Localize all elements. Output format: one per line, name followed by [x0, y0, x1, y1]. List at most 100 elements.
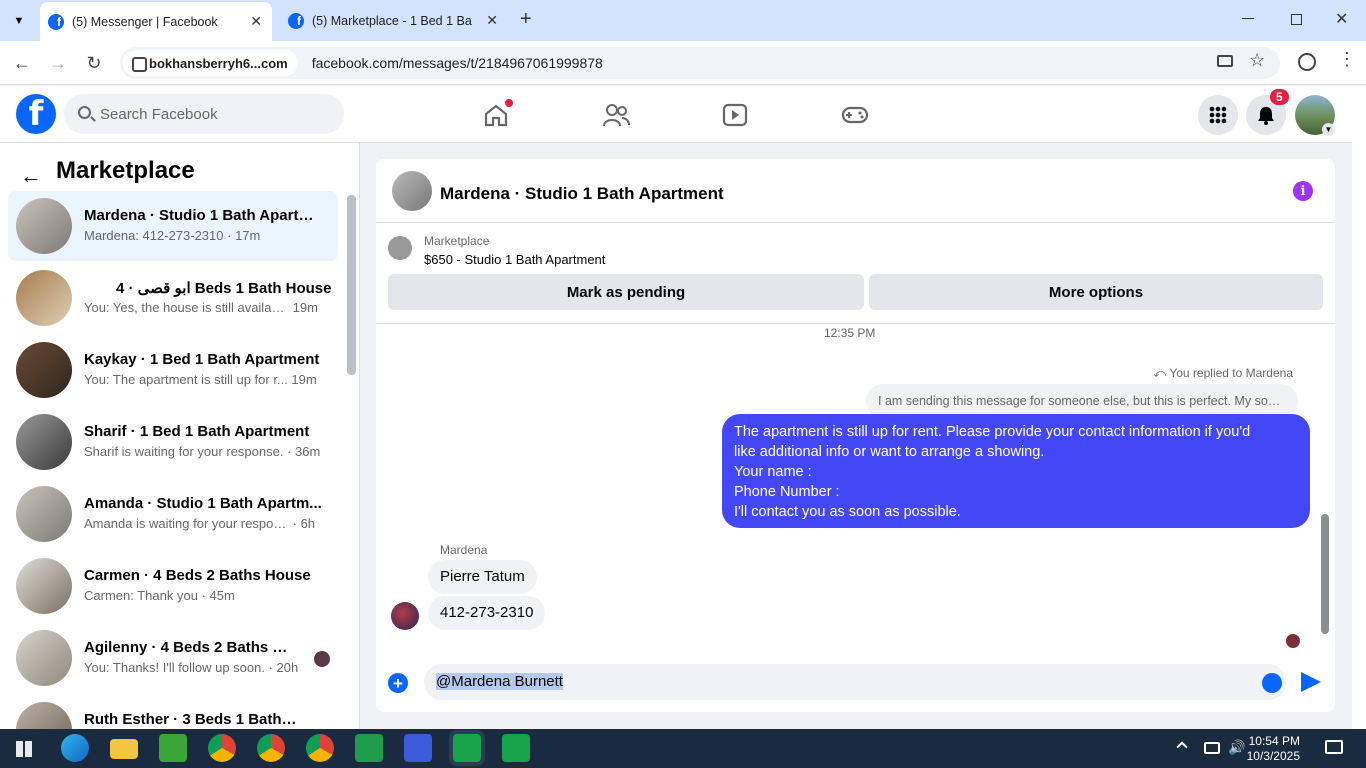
- conversation-preview: Carmen: Thank you · 45m: [84, 588, 235, 603]
- search-input[interactable]: Search Facebook: [64, 94, 344, 134]
- listing-thumbnail: [16, 198, 72, 254]
- sender-name: Mardena: [440, 543, 488, 557]
- volume-icon[interactable]: 🔊: [1228, 739, 1245, 756]
- participant-avatar: [314, 651, 330, 667]
- restore-icon[interactable]: [1291, 14, 1302, 25]
- app-icon[interactable]: [159, 734, 187, 762]
- conversation-item[interactable]: Carmen · 4 Beds 2 Baths House Carmen: Th…: [8, 551, 338, 621]
- conversation-preview: You: Thanks! I'll follow up soon. · 20h: [84, 660, 299, 675]
- account-chevron-icon[interactable]: ▼: [1322, 123, 1335, 136]
- message-input[interactable]: @Mardena Burnett: [424, 664, 1286, 700]
- file-explorer-icon[interactable]: [110, 739, 138, 759]
- chat-title[interactable]: Mardena · Studio 1 Bath Apartment: [440, 184, 724, 204]
- network-icon[interactable]: [1204, 742, 1220, 754]
- app-icon[interactable]: [355, 734, 383, 762]
- tab-messenger[interactable]: f (5) Messenger | Facebook ✕: [40, 2, 272, 41]
- marketplace-sidebar: ← Marketplace Mardena · Studio 1 Bath Ap…: [0, 143, 360, 729]
- friends-icon[interactable]: [601, 100, 631, 130]
- reload-icon[interactable]: ↻: [82, 51, 106, 75]
- facebook-logo[interactable]: f: [16, 94, 56, 134]
- outgoing-message[interactable]: The apartment is still up for rent. Plea…: [722, 414, 1310, 528]
- selected-text: @Mardena Burnett: [436, 673, 563, 690]
- close-tab-icon[interactable]: ✕: [250, 13, 262, 30]
- listing-title[interactable]: $650 - Studio 1 Bath Apartment: [424, 252, 605, 267]
- profile-icon[interactable]: [1298, 53, 1316, 71]
- bookmark-star-icon[interactable]: ☆: [1249, 50, 1265, 71]
- edge-icon[interactable]: [61, 734, 89, 762]
- listing-thumbnail: [16, 414, 72, 470]
- listing-thumbnail: [16, 702, 72, 729]
- quoted-message[interactable]: I am sending this message for someone el…: [866, 384, 1298, 418]
- conversation-item[interactable]: Agilenny · 4 Beds 2 Baths Hou... You: Th…: [8, 623, 338, 693]
- thread-scrollbar[interactable]: [1321, 514, 1329, 634]
- home-notification-dot: [505, 99, 513, 107]
- more-options-button[interactable]: More options: [869, 274, 1323, 310]
- mark-as-pending-button[interactable]: Mark as pending: [388, 274, 864, 310]
- close-window-icon[interactable]: ✕: [1335, 9, 1348, 29]
- search-icon: [78, 106, 91, 119]
- tab-search-button[interactable]: ▼: [8, 10, 30, 32]
- tab-title: (5) Messenger | Facebook: [72, 14, 218, 29]
- action-center-icon[interactable]: [1325, 740, 1343, 754]
- app-icon[interactable]: [453, 734, 481, 762]
- chrome-profile-icon[interactable]: [306, 734, 334, 762]
- chat-panel: Mardena · Studio 1 Bath Apartment i Mark…: [376, 159, 1335, 712]
- chrome-profile-icon[interactable]: [257, 734, 285, 762]
- close-tab-icon[interactable]: ✕: [486, 12, 498, 29]
- emoji-icon[interactable]: [1262, 673, 1282, 693]
- conversation-preview: Mardena: 412-273-2310 · 17m: [84, 228, 261, 243]
- tab-title: (5) Marketplace - 1 Bed 1 Bath Apartment: [312, 13, 472, 28]
- windows-start-icon[interactable]: [16, 741, 32, 757]
- facebook-icon: f: [288, 12, 304, 29]
- menu-grid-icon[interactable]: [1198, 95, 1238, 135]
- chrome-icon[interactable]: [208, 734, 236, 762]
- video-icon[interactable]: [720, 100, 750, 130]
- browser-tab-bar: ▼ f (5) Messenger | Facebook ✕ f (5) Mar…: [0, 0, 1366, 41]
- search-placeholder: Search Facebook: [100, 105, 218, 123]
- incoming-message[interactable]: 412-273-2310: [428, 596, 546, 630]
- listing-thumbnail: [16, 342, 72, 398]
- page-scrollbar[interactable]: [1352, 86, 1366, 729]
- facebook-header: f Search Facebook 5 ▼: [0, 86, 1352, 143]
- minimize-icon[interactable]: [1242, 18, 1254, 19]
- tray-overflow-icon[interactable]: [1176, 741, 1188, 753]
- forward-arrow-icon[interactable]: →: [46, 51, 70, 75]
- back-arrow-icon[interactable]: ←: [10, 51, 34, 75]
- gaming-icon[interactable]: [840, 100, 870, 130]
- seen-indicator-avatar: [1286, 634, 1300, 648]
- chat-avatar[interactable]: [392, 171, 432, 211]
- reply-indicator: ⤺ You replied to Mardena: [1153, 366, 1293, 380]
- conversation-title: Sharif · 1 Bed 1 Bath Apartment: [84, 423, 310, 440]
- url-text[interactable]: facebook.com/messages/t/2184967061999878: [312, 55, 603, 71]
- conversation-item[interactable]: Mardena · Studio 1 Bath Apartm... Marden…: [8, 191, 338, 261]
- facebook-icon: f: [48, 13, 64, 30]
- conversation-item[interactable]: ابو قصى · 4 Beds 1 Bath House You: Yes, …: [8, 263, 338, 333]
- omnibox[interactable]: bokhansberryh6...com facebook.com/messag…: [120, 47, 1280, 79]
- install-app-icon[interactable]: [1217, 55, 1233, 67]
- conversation-preview: Sharif is waiting for your response. · 3…: [84, 444, 321, 459]
- conversation-title: Ruth Esther · 3 Beds 1 Bath To...: [84, 711, 299, 728]
- conversation-item[interactable]: Amanda · Studio 1 Bath Apartm... Amanda …: [8, 479, 338, 549]
- conversation-item[interactable]: Sharif · 1 Bed 1 Bath Apartment Sharif i…: [8, 407, 338, 477]
- browser-menu-icon[interactable]: ⋮: [1338, 49, 1356, 70]
- address-bar-row: ← → ↻ bokhansberryh6...com facebook.com/…: [0, 41, 1366, 85]
- notifications-bell-icon[interactable]: 5: [1246, 89, 1289, 135]
- app-icon[interactable]: [502, 734, 530, 762]
- info-icon[interactable]: i: [1293, 181, 1313, 201]
- send-icon[interactable]: [1301, 672, 1321, 692]
- site-chip[interactable]: bokhansberryh6...com: [123, 50, 298, 76]
- sender-avatar[interactable]: [391, 602, 419, 630]
- listing-thumbnail: [388, 236, 412, 260]
- app-icon[interactable]: [404, 734, 432, 762]
- incoming-message[interactable]: Pierre Tatum: [428, 560, 537, 594]
- conversation-item[interactable]: Kaykay · 1 Bed 1 Bath Apartment You: The…: [8, 335, 338, 405]
- tab-marketplace[interactable]: f (5) Marketplace - 1 Bed 1 Bath Apartme…: [280, 0, 508, 41]
- add-attachment-icon[interactable]: +: [388, 673, 408, 693]
- conversation-item[interactable]: Ruth Esther · 3 Beds 1 Bath To...: [8, 695, 338, 729]
- new-tab-icon[interactable]: +: [520, 8, 532, 31]
- home-icon[interactable]: [481, 99, 513, 130]
- clock[interactable]: 10:54 PM 10/3/2025: [1247, 734, 1300, 764]
- message-timestamp: 12:35 PM: [824, 326, 876, 340]
- sidebar-scrollbar[interactable]: [347, 195, 356, 375]
- back-arrow-icon[interactable]: ←: [20, 163, 42, 189]
